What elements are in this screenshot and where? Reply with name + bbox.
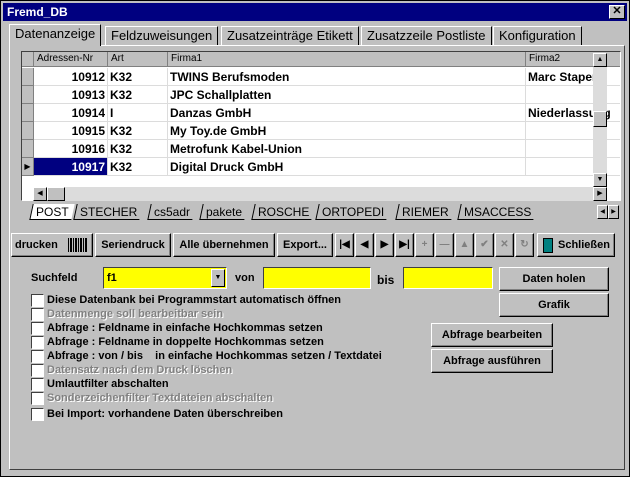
row-selector[interactable] [22,122,34,140]
sheet-scroll-left-icon[interactable]: ◀ [597,205,608,219]
tab-konfiguration[interactable]: Konfiguration [493,26,582,46]
table-sheet-tabs: POST STECHER cs5adr pakete ROSCHE ORTOPE… [21,203,621,221]
alle-uebernehmen-button[interactable]: Alle übernehmen [173,233,275,257]
data-grid[interactable]: Adressen-Nr Art Firma1 Firma2 10912 K32 … [21,51,621,201]
row-selector[interactable] [22,104,34,122]
cell-firma1[interactable]: Danzas GmbH [168,104,526,122]
cell-adressen-nr[interactable]: 10917 [34,158,108,176]
current-row-pointer-icon[interactable]: ▶ [22,158,34,176]
edit-record-icon[interactable]: ▲ [455,233,474,257]
post-edit-icon[interactable]: ✔ [475,233,494,257]
suchfeld-dropdown[interactable]: f1 ▼ [103,267,227,289]
seriendruck-button[interactable]: Seriendruck [95,233,171,257]
scroll-down-icon[interactable]: ▼ [593,173,607,187]
cell-art[interactable]: K32 [108,158,168,176]
checkbox[interactable] [31,294,44,307]
cell-art[interactable]: I [108,104,168,122]
bis-input[interactable] [403,267,493,289]
cancel-edit-icon[interactable]: ✕ [495,233,514,257]
abfrage-ausfuehren-button[interactable]: Abfrage ausführen [431,349,553,373]
scroll-left-icon[interactable]: ◀ [33,187,47,201]
cell-adressen-nr[interactable]: 10916 [34,140,108,158]
chevron-down-icon[interactable]: ▼ [211,269,225,287]
cell-firma1[interactable]: TWINS Berufsmoden [168,68,526,86]
cell-firma1[interactable]: JPC Schallplatten [168,86,526,104]
horizontal-scrollbar[interactable]: ◀ ▶ [33,187,607,201]
sheet-tab-cs5adr[interactable]: cs5adr [147,204,196,220]
door-exit-icon [543,238,553,253]
checkbox [31,392,44,405]
toolbar: drucken Seriendruck Alle übernehmen Expo… [11,233,616,259]
sheet-tab-pakete[interactable]: pakete [199,204,248,220]
column-header-adressen-nr[interactable]: Adressen-Nr [34,52,108,67]
checkbox[interactable] [31,378,44,391]
row-selector[interactable] [22,68,34,86]
scroll-thumb[interactable] [593,111,607,127]
checkbox [31,308,44,321]
barcode-icon [68,238,88,252]
tab-zusatzeintraege-etikett[interactable]: Zusatzeinträge Etikett [221,26,359,46]
prior-record-icon[interactable]: ◀ [355,233,374,257]
sheet-tab-stecher[interactable]: STECHER [73,204,144,220]
hscroll-thumb[interactable] [47,187,65,201]
von-input[interactable] [263,267,371,289]
cell-art[interactable]: K32 [108,68,168,86]
next-record-icon[interactable]: ▶ [375,233,394,257]
cell-art[interactable]: K32 [108,86,168,104]
checkbox[interactable] [31,350,44,363]
sheet-tab-post[interactable]: POST [29,204,75,220]
tab-feldzuweisungen[interactable]: Feldzuweisungen [105,26,219,46]
row-selector[interactable] [22,140,34,158]
scroll-up-icon[interactable]: ▲ [593,53,607,67]
row-selector[interactable] [22,86,34,104]
drucken-button[interactable]: drucken [11,233,93,257]
abfrage-bearbeiten-button[interactable]: Abfrage bearbeiten [431,323,553,347]
sheet-tab-ortopedi[interactable]: ORTOPEDI [315,204,390,220]
refresh-data-icon[interactable]: ↻ [515,233,534,257]
cell-art[interactable]: K32 [108,122,168,140]
cell-adressen-nr[interactable]: 10915 [34,122,108,140]
delete-record-icon[interactable]: — [435,233,454,257]
von-label: von [235,272,255,284]
grid-corner [22,52,34,67]
cell-adressen-nr[interactable]: 10913 [34,86,108,104]
cell-adressen-nr[interactable]: 10914 [34,104,108,122]
schliessen-button[interactable]: Schließen [537,233,615,257]
sheet-tab-msaccess[interactable]: MSACCESS [457,204,538,220]
vertical-scrollbar[interactable]: ▲ ▼ [593,53,607,187]
checkbox[interactable] [31,336,44,349]
checkbox [31,364,44,377]
fremd-db-window: Fremd_DB ✕ Datenanzeige Feldzuweisungen … [0,0,630,477]
tab-datenanzeige[interactable]: Datenanzeige [9,24,102,46]
suchfeld-label: Suchfeld [31,272,78,284]
title-bar: Fremd_DB ✕ [3,3,627,21]
cell-firma1[interactable]: Metrofunk Kabel-Union [168,140,526,158]
cell-firma1[interactable]: Digital Druck GmbH [168,158,526,176]
column-header-art[interactable]: Art [108,52,168,67]
sheet-tab-rosche[interactable]: ROSCHE [251,204,316,220]
cell-adressen-nr[interactable]: 10912 [34,68,108,86]
checkbox[interactable] [31,322,44,335]
grafik-button[interactable]: Grafik [499,293,609,317]
cell-firma1[interactable]: My Toy.de GmbH [168,122,526,140]
window-title: Fremd_DB [7,5,68,19]
first-record-icon[interactable]: |◀ [335,233,354,257]
checkbox[interactable] [31,408,44,421]
last-record-icon[interactable]: ▶| [395,233,414,257]
export-button[interactable]: Export... [277,233,333,257]
insert-record-icon[interactable]: + [415,233,434,257]
close-button[interactable]: ✕ [609,5,625,19]
sheet-scroll-right-icon[interactable]: ▶ [608,205,619,219]
scroll-right-icon[interactable]: ▶ [593,187,607,201]
bis-label: bis [377,273,395,287]
cell-art[interactable]: K32 [108,140,168,158]
daten-holen-button[interactable]: Daten holen [499,267,609,291]
sheet-tab-riemer[interactable]: RIEMER [395,204,455,220]
column-header-firma1[interactable]: Firma1 [168,52,526,67]
tab-zusatzzeile-postliste[interactable]: Zusatzzeile Postliste [361,26,492,46]
